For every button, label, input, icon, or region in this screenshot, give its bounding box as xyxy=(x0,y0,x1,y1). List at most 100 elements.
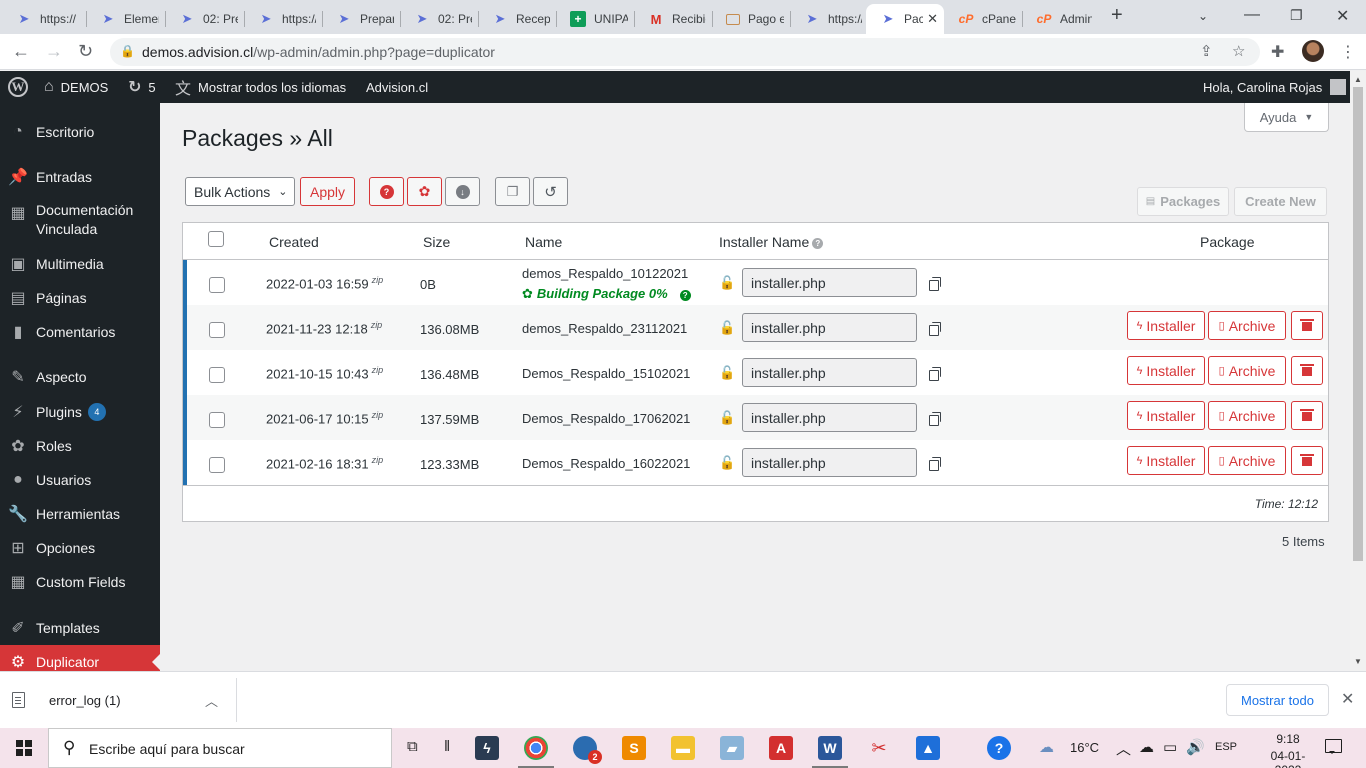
row-checkbox[interactable] xyxy=(209,277,225,293)
browser-tab[interactable]: +UNIPAR xyxy=(556,4,634,34)
forward-icon[interactable]: → xyxy=(45,41,63,62)
chevron-up-icon[interactable]: ︿ xyxy=(205,691,218,710)
sidebar-item-custom-fields[interactable]: ▦ Custom Fields xyxy=(0,571,160,593)
clock-date[interactable]: 04-01-2022 xyxy=(1262,749,1314,768)
sidebar-item-aspecto[interactable]: ✎ Aspecto xyxy=(0,366,160,388)
browser-tab[interactable]: ➤Elemen xyxy=(86,4,165,34)
installer-name-field[interactable]: installer.php xyxy=(742,313,917,342)
acrobat-app-icon[interactable]: A xyxy=(769,736,793,760)
reload-icon[interactable]: ↻ xyxy=(78,41,93,62)
chevron-up-icon[interactable]: ︿ xyxy=(1116,738,1131,759)
installer-name-field[interactable]: installer.php xyxy=(742,268,917,297)
extensions-icon[interactable]: ✚ xyxy=(1271,42,1284,62)
sidebar-item-usuarios[interactable]: ● Usuarios xyxy=(0,469,160,491)
restore-icon[interactable]: ❐ xyxy=(1290,7,1303,24)
copy-icon[interactable] xyxy=(929,367,941,381)
sidebar-item-templates[interactable]: ✐ Templates xyxy=(0,617,160,639)
chrome-profile-app-icon[interactable]: 2 xyxy=(573,736,602,764)
archive-button[interactable]: ▯ Archive xyxy=(1208,401,1286,430)
download-button[interactable]: ↓ xyxy=(445,177,480,206)
sidebar-item-roles[interactable]: ✿ Roles xyxy=(0,435,160,457)
photos-app-icon[interactable]: ▲ xyxy=(916,736,940,760)
browser-tab-active[interactable]: ➤ Pac ✕ xyxy=(866,4,944,34)
show-all-downloads-button[interactable]: Mostrar todo xyxy=(1226,684,1329,716)
sidebar-item-comentarios[interactable]: ▮ Comentarios xyxy=(0,321,160,343)
column-name[interactable]: Name xyxy=(525,234,562,250)
lock-icon[interactable]: 🔒 xyxy=(120,44,135,58)
help-button[interactable]: ? xyxy=(369,177,404,206)
copy-icon[interactable] xyxy=(929,457,941,471)
bookmark-star-icon[interactable]: ☆ xyxy=(1232,42,1245,60)
sidebar-item-herramientas[interactable]: 🔧 Herramientas xyxy=(0,503,160,525)
sidebar-item-entradas[interactable]: 📌 Entradas xyxy=(0,166,160,188)
copy-icon[interactable] xyxy=(929,277,941,291)
code-editor-app-icon[interactable]: ϟ xyxy=(475,736,499,760)
sidebar-item-plugins[interactable]: ⚡ Plugins 4 xyxy=(0,401,160,423)
browser-tab[interactable]: ➤Recepc xyxy=(478,4,556,34)
unlock-icon[interactable]: 🔓 xyxy=(719,410,735,426)
task-view-icon[interactable]: ⧉ xyxy=(407,738,418,755)
minimize-icon[interactable]: — xyxy=(1244,6,1260,24)
copy-icon[interactable] xyxy=(929,412,941,426)
browser-tab[interactable]: ➤02: Pre xyxy=(400,4,478,34)
my-account-menu[interactable]: Hola, Carolina Rojas xyxy=(1203,71,1347,103)
browser-tab[interactable]: ➤Prepara xyxy=(322,4,400,34)
languages-link[interactable]: 文 Mostrar todos los idiomas xyxy=(175,71,346,103)
apply-button[interactable]: Apply xyxy=(300,177,355,206)
menu-kebab-icon[interactable]: ⋮ xyxy=(1340,42,1356,62)
file-explorer-icon[interactable]: ▬ xyxy=(671,736,695,760)
browser-tab[interactable]: ➤ https:// xyxy=(2,4,86,34)
browser-tab[interactable]: Pago e xyxy=(712,4,790,34)
browser-tab[interactable]: ➤ https:// xyxy=(244,4,322,34)
tab-search-chevron-icon[interactable]: ⌄ xyxy=(1198,9,1208,23)
download-item[interactable]: error_log (1) xyxy=(49,693,121,708)
archive-button[interactable]: ▯ Archive xyxy=(1208,356,1286,385)
archive-button[interactable]: ▯ Archive xyxy=(1208,311,1286,340)
updates-link[interactable]: ↻ 5 xyxy=(128,71,156,103)
profile-avatar[interactable] xyxy=(1302,40,1324,62)
clock-time[interactable]: 9:18 xyxy=(1266,732,1310,746)
unlock-icon[interactable]: 🔓 xyxy=(719,455,735,471)
installer-name-field[interactable]: installer.php xyxy=(742,403,917,432)
unlock-icon[interactable]: 🔓 xyxy=(719,275,735,291)
help-question-icon[interactable]: ? xyxy=(679,290,691,301)
delete-button[interactable] xyxy=(1291,356,1323,385)
installer-button[interactable]: ϟ Installer xyxy=(1127,311,1205,340)
bulk-actions-select[interactable]: Bulk Actions ⌄ xyxy=(185,177,295,206)
help-app-icon[interactable]: ? xyxy=(987,736,1011,760)
word-app-icon[interactable]: W xyxy=(812,736,848,768)
installer-name-field[interactable]: installer.php xyxy=(742,448,917,477)
row-checkbox[interactable] xyxy=(209,457,225,473)
delete-button[interactable] xyxy=(1291,446,1323,475)
help-question-icon[interactable]: ? xyxy=(812,238,824,249)
advision-link[interactable]: Advision.cl xyxy=(366,71,428,103)
site-name-link[interactable]: ⌂ DEMOS xyxy=(44,71,108,103)
share-icon[interactable]: ⇪ xyxy=(1200,42,1213,60)
taskbar-search[interactable]: ⚲ Escribe aquí para buscar xyxy=(48,728,392,768)
recovery-button[interactable]: ↺ xyxy=(533,177,568,206)
temperature-text[interactable]: 16°C xyxy=(1070,740,1099,755)
row-checkbox[interactable] xyxy=(209,322,225,338)
sidebar-item-escritorio[interactable]: ◔ Escritorio xyxy=(0,121,160,143)
sidebar-item-duplicator[interactable]: ⚙ Duplicator xyxy=(0,645,160,671)
browser-tab[interactable]: MRecibic xyxy=(634,4,712,34)
weather-cloud-icon[interactable]: ☁ xyxy=(1039,738,1054,756)
page-scrollbar[interactable]: ▲ ▼ xyxy=(1350,71,1366,671)
notification-icon[interactable] xyxy=(1325,739,1342,754)
delete-button[interactable] xyxy=(1291,401,1323,430)
column-created[interactable]: Created xyxy=(269,234,319,250)
back-icon[interactable]: ← xyxy=(12,41,30,62)
settings-button[interactable]: ✿ xyxy=(407,177,442,206)
scrollbar-thumb[interactable] xyxy=(1353,87,1363,561)
help-tab-button[interactable]: Ayuda ▼ xyxy=(1244,103,1329,132)
scroll-down-arrow-icon[interactable]: ▼ xyxy=(1354,657,1362,666)
copy-icon[interactable] xyxy=(929,322,941,336)
network-icon[interactable]: ▭ xyxy=(1163,738,1177,756)
packages-button[interactable]: ▤ Packages xyxy=(1137,187,1229,216)
scroll-up-arrow-icon[interactable]: ▲ xyxy=(1354,75,1362,84)
windows-start-icon[interactable] xyxy=(16,740,32,756)
unlock-icon[interactable]: 🔓 xyxy=(719,365,735,381)
cloud-sync-icon[interactable]: ☁ xyxy=(1139,738,1154,756)
sidebar-item-multimedia[interactable]: ▣ Multimedia xyxy=(0,253,160,275)
sidebar-item-opciones[interactable]: ⊞ Opciones xyxy=(0,537,160,559)
